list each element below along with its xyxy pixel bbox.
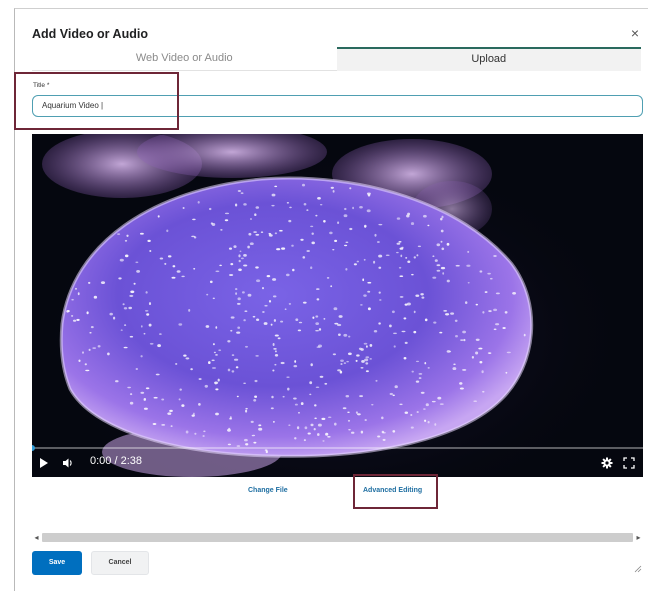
progress-bar[interactable] bbox=[32, 445, 643, 451]
fullscreen-icon[interactable] bbox=[623, 457, 635, 469]
video-time: 0:00 / 2:38 bbox=[90, 455, 142, 467]
play-icon[interactable] bbox=[40, 458, 48, 468]
title-label: Title * bbox=[33, 82, 50, 89]
settings-icon[interactable] bbox=[601, 457, 613, 469]
advanced-editing-link[interactable]: Advanced Editing bbox=[363, 487, 422, 494]
video-controls: 0:00 / 2:38 bbox=[32, 445, 643, 477]
change-file-link[interactable]: Change File bbox=[248, 487, 288, 494]
tab-upload[interactable]: Upload bbox=[336, 47, 641, 71]
resize-grip-icon[interactable] bbox=[634, 565, 642, 573]
title-input[interactable]: Aquarium Video | bbox=[32, 95, 643, 117]
tab-bar: Web Video or Audio Upload bbox=[32, 47, 641, 71]
tab-web-video-or-audio[interactable]: Web Video or Audio bbox=[32, 47, 337, 71]
dialog-title: Add Video or Audio bbox=[32, 27, 148, 41]
scroll-right-icon[interactable]: ▸ bbox=[634, 532, 643, 543]
video-player[interactable]: 0:00 / 2:38 bbox=[32, 134, 643, 477]
horizontal-scrollbar[interactable]: ◂ ▸ bbox=[32, 532, 643, 543]
add-video-dialog: Add Video or Audio × Web Video or Audio … bbox=[14, 8, 648, 591]
save-button[interactable]: Save bbox=[32, 551, 82, 575]
cancel-button[interactable]: Cancel bbox=[91, 551, 149, 575]
volume-icon[interactable] bbox=[62, 457, 74, 469]
close-icon[interactable]: × bbox=[631, 26, 639, 40]
jellyfish-video-frame bbox=[32, 134, 643, 477]
scrollbar-thumb[interactable] bbox=[42, 533, 633, 542]
scroll-left-icon[interactable]: ◂ bbox=[32, 532, 41, 543]
progress-handle[interactable] bbox=[32, 445, 35, 451]
